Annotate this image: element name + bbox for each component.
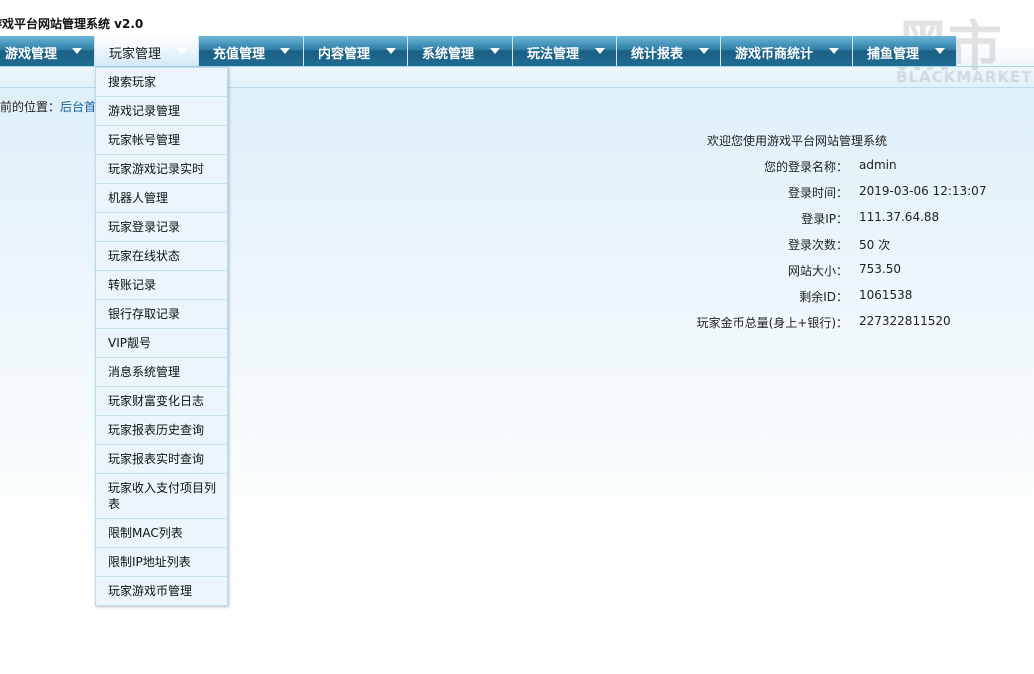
menu-item-online-status[interactable]: 玩家在线状态 [96,242,227,271]
info-key: 登录IP： [801,212,848,226]
nav-tab-fishing-management[interactable]: 捕鱼管理 [853,36,957,66]
info-key: 登录时间： [787,186,848,200]
info-value: 753.50 [859,262,901,276]
nav-tab-label: 内容管理 [318,47,371,62]
chevron-down-icon [935,48,945,54]
info-value: 111.37.64.88 [859,210,940,224]
nav-tab-label: 玩法管理 [527,47,580,62]
menu-item-robot-management[interactable]: 机器人管理 [96,184,227,213]
nav-tab-recharge-management[interactable]: 充值管理 [199,36,304,66]
chevron-down-icon [386,48,396,54]
info-row: 登录次数： 50 次 [650,236,1010,256]
info-row: 登录IP： 111.37.64.88 [650,210,1010,230]
info-key: 剩余ID： [799,290,848,304]
main-nav: 游戏管理 玩家管理 充值管理 内容管理 系统管理 玩法管理 统计报表 游戏币商统… [0,36,958,66]
info-row: 网站大小： 753.50 [650,262,1010,282]
info-row: 剩余ID： 1061538 [650,288,1010,308]
breadcrumb-home-link[interactable]: 后台首 [60,100,96,114]
nav-tab-label: 充值管理 [213,47,266,62]
menu-item-message-system[interactable]: 消息系统管理 [96,358,227,387]
info-value: 227322811520 [859,314,951,328]
menu-item-player-accounts[interactable]: 玩家帐号管理 [96,126,227,155]
nav-tab-coin-merchant-stats[interactable]: 游戏币商统计 [721,36,853,66]
chevron-down-icon [829,48,839,54]
info-row: 登录时间： 2019-03-06 12:13:07 [650,184,1010,204]
menu-item-mac-blacklist[interactable]: 限制MAC列表 [96,519,227,548]
menu-item-ip-blacklist[interactable]: 限制IP地址列表 [96,548,227,577]
menu-item-transfer-records[interactable]: 转账记录 [96,271,227,300]
menu-item-report-history[interactable]: 玩家报表历史查询 [96,416,227,445]
chevron-down-icon [72,48,82,54]
nav-tab-player-management[interactable]: 玩家管理 [95,36,199,66]
info-value: 2019-03-06 12:13:07 [859,184,987,198]
info-value: 50 次 [859,238,891,252]
menu-item-bank-records[interactable]: 银行存取记录 [96,300,227,329]
menu-item-vip-number[interactable]: VIP靓号 [96,329,227,358]
info-row: 您的登录名称： admin [650,158,1010,178]
menu-item-coin-management[interactable]: 玩家游戏币管理 [96,577,227,605]
nav-tab-label: 游戏管理 [5,47,58,62]
nav-tab-label: 游戏币商统计 [735,47,814,62]
menu-item-game-records[interactable]: 游戏记录管理 [96,97,227,126]
info-key: 网站大小： [787,264,848,278]
nav-tab-system-management[interactable]: 系统管理 [408,36,513,66]
menu-item-income-payment-list[interactable]: 玩家收入支付项目列表 [96,474,227,519]
chevron-down-icon [490,48,500,54]
chevron-down-icon [280,48,290,54]
menu-item-wealth-log[interactable]: 玩家财富变化日志 [96,387,227,416]
nav-tab-content-management[interactable]: 内容管理 [304,36,408,66]
app-title: 游戏平台网站管理系统 v2.0 [0,17,144,31]
nav-tab-label: 捕鱼管理 [867,47,920,62]
menu-item-realtime-game-records[interactable]: 玩家游戏记录实时 [96,155,227,184]
info-value: 1061538 [859,288,913,302]
watermark-logo-text: BLACKMARKET [896,68,1033,86]
chevron-down-icon [177,48,187,54]
nav-tab-statistics-reports[interactable]: 统计报表 [617,36,721,66]
chevron-down-icon [595,48,605,54]
player-management-dropdown: 搜索玩家 游戏记录管理 玩家帐号管理 玩家游戏记录实时 机器人管理 玩家登录记录… [95,67,228,606]
info-key: 您的登录名称： [763,160,848,174]
nav-tab-label: 玩家管理 [109,47,162,62]
nav-tab-gameplay-management[interactable]: 玩法管理 [513,36,617,66]
chevron-down-icon [699,48,709,54]
breadcrumb-prefix: 当前的位置： [0,100,61,114]
welcome-text: 欢迎您使用游戏平台网站管理系统 [707,134,888,148]
info-key: 登录次数： [787,238,848,252]
nav-tab-label: 系统管理 [422,47,475,62]
menu-item-login-records[interactable]: 玩家登录记录 [96,213,227,242]
nav-tab-label: 统计报表 [631,47,684,62]
breadcrumb: 当前的位置：后台首 [0,98,96,115]
info-value: admin [859,158,897,172]
menu-item-search-player[interactable]: 搜索玩家 [96,68,227,97]
menu-item-report-realtime[interactable]: 玩家报表实时查询 [96,445,227,474]
info-row: 玩家金币总量(身上+银行)： 227322811520 [650,314,1010,334]
nav-tab-game-management[interactable]: 游戏管理 [0,36,95,66]
info-key: 玩家金币总量(身上+银行)： [696,316,848,330]
